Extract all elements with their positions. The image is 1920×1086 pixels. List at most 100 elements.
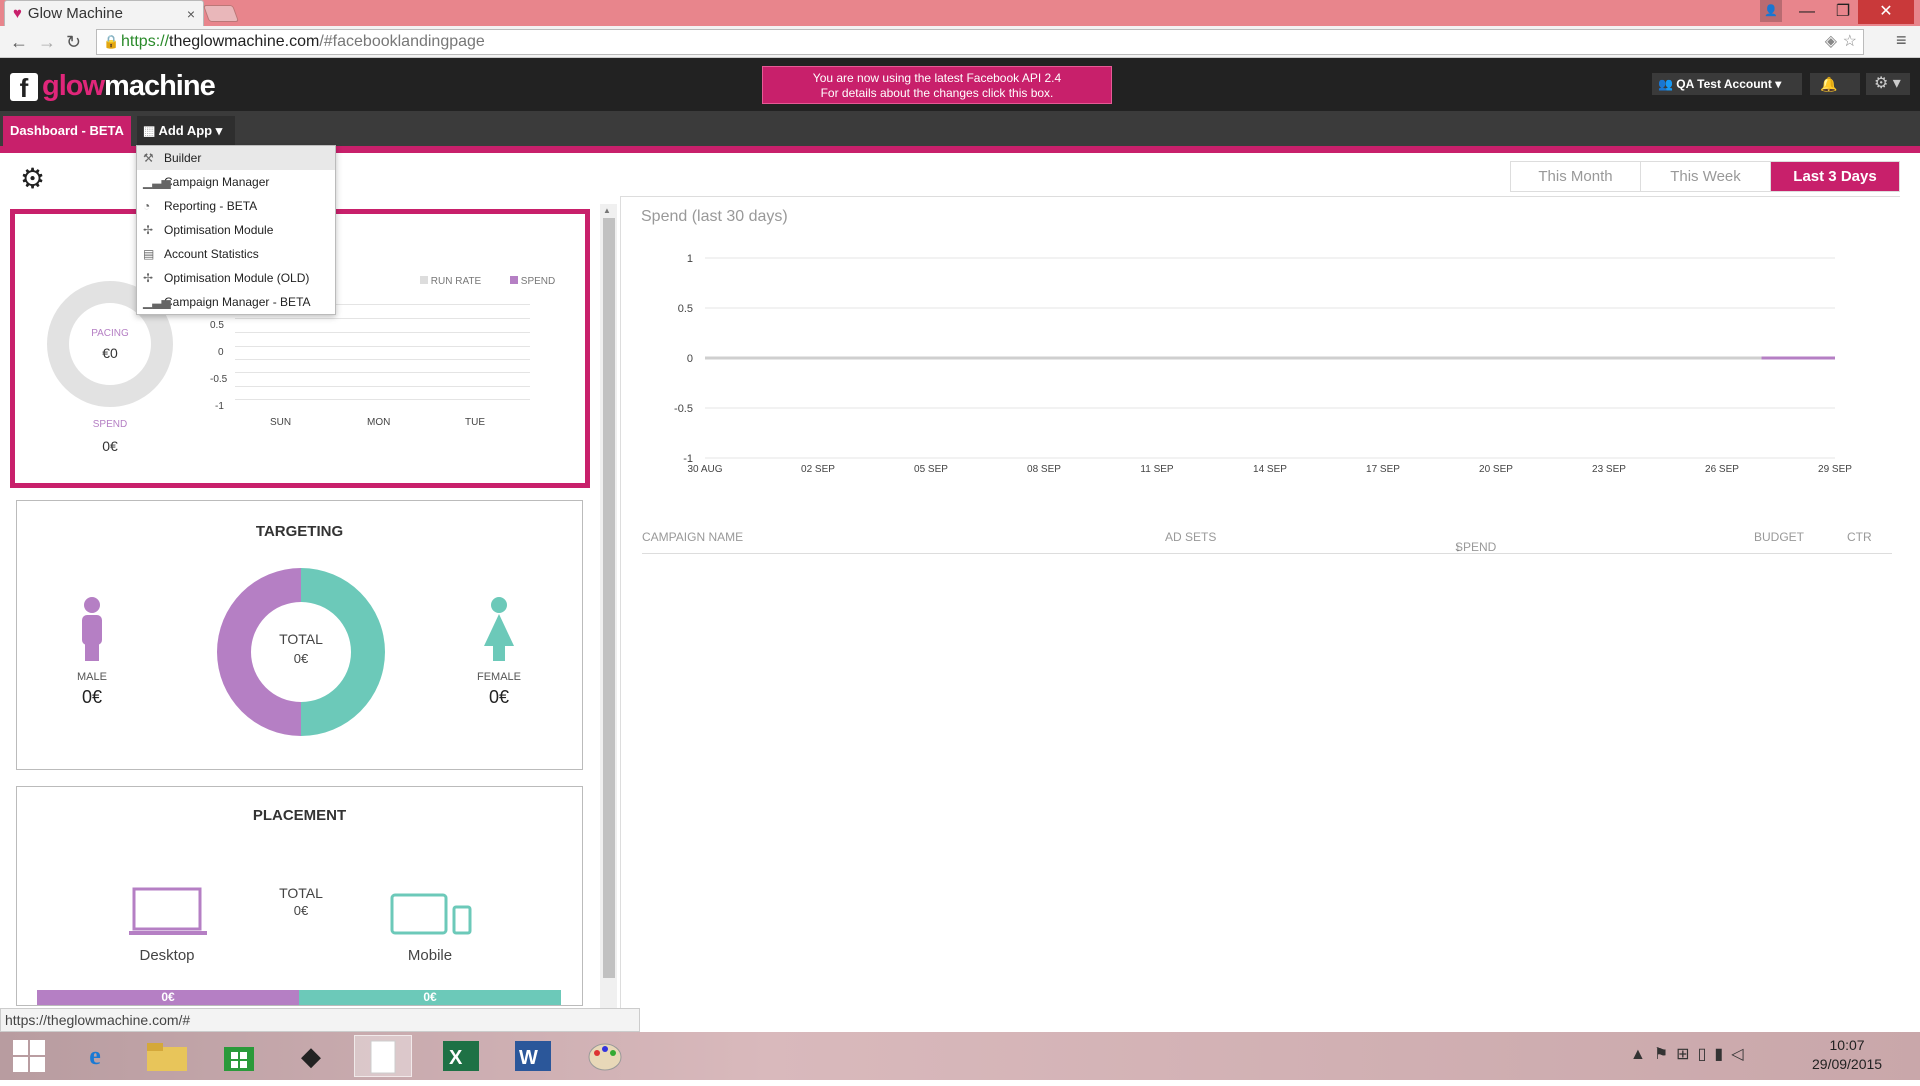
paint-icon[interactable]: [576, 1035, 634, 1077]
url-path: /#facebooklandingpage: [319, 33, 485, 50]
tab-close-icon[interactable]: ×: [187, 6, 195, 22]
chart-title: Spend (last 30 days): [641, 208, 788, 225]
svg-text:W: W: [519, 1047, 538, 1069]
col-spend-label: SPEND: [1455, 540, 1497, 554]
excel-icon[interactable]: X: [432, 1035, 490, 1077]
legend-spend: SPEND: [510, 276, 555, 287]
menu-label: Account Statistics: [164, 247, 259, 261]
account-name: QA Test Account: [1676, 77, 1772, 91]
male-label: MALE: [77, 671, 107, 683]
word-icon[interactable]: W: [504, 1035, 562, 1077]
male-icon: [82, 597, 102, 661]
logo[interactable]: f glowmachine: [10, 70, 216, 103]
gridline: [235, 359, 530, 360]
pacing-ytick: 0: [218, 347, 224, 358]
back-icon[interactable]: ←: [10, 32, 28, 53]
menu-item-campaign-manager[interactable]: ▁▃▅ Campaign Manager: [137, 170, 335, 194]
account-dropdown[interactable]: 👥 QA Test Account ▾: [1652, 73, 1802, 95]
add-app-button[interactable]: ▦ Add App ▾: [137, 116, 235, 146]
reload-icon[interactable]: ↻: [66, 32, 81, 53]
app-header: f glowmachine You are now using the late…: [0, 58, 1920, 111]
chevron-down-icon: ▾: [1775, 77, 1782, 91]
notifications-bell-icon[interactable]: 🔔: [1810, 73, 1860, 95]
document-icon[interactable]: [354, 1035, 412, 1077]
period-last-3-days[interactable]: Last 3 Days: [1771, 162, 1899, 191]
restore-icon[interactable]: ❐: [1824, 0, 1862, 24]
svg-text:X: X: [449, 1047, 463, 1069]
female-value: 0€: [488, 687, 510, 707]
new-tab-button[interactable]: [202, 5, 240, 22]
url-input[interactable]: 🔒 https://theglowmachine.com/#facebookla…: [96, 29, 1864, 55]
placement-title: PLACEMENT: [252, 807, 347, 824]
legend-run-label: RUN RATE: [430, 276, 482, 287]
mobile-label: Mobile: [407, 947, 453, 964]
optimise-icon: ✢: [143, 223, 154, 237]
address-toolbar: ← → ↻ 🔒 https://theglowmachine.com/#face…: [0, 26, 1920, 58]
forward-icon[interactable]: →: [38, 32, 56, 53]
chart-xtick: 23 SEP: [1592, 464, 1626, 475]
menu-label: Reporting - BETA: [164, 199, 258, 213]
spend-value: 0€: [102, 438, 118, 454]
menu-item-reporting[interactable]: ◔ Reporting - BETA: [137, 194, 335, 218]
window-close-icon[interactable]: ✕: [1858, 0, 1914, 24]
menu-label: Optimisation Module: [164, 223, 274, 237]
col-budget[interactable]: BUDGET: [1754, 530, 1804, 544]
system-tray-icons[interactable]: ▲⚑⊞▯▮◁: [1630, 1044, 1752, 1064]
menu-label: Campaign Manager - BETA: [164, 295, 311, 309]
add-app-menu: ⚒ Builder ▁▃▅ Campaign Manager ◔ Reporting …: [136, 145, 336, 315]
bookmark-star-icon[interactable]: ☆: [1843, 30, 1857, 54]
pacing-value: €0: [102, 345, 118, 361]
menu-item-account-statistics[interactable]: ▤ Account Statistics: [137, 242, 335, 266]
tab-dashboard[interactable]: Dashboard - BETA: [3, 116, 131, 146]
targeting-panel: TARGETING MALE 0€ FEMALE 0€ TOTAL 0€: [16, 500, 583, 770]
wrench-icon: ⚒: [143, 151, 154, 165]
scroll-up-icon[interactable]: ▲: [603, 206, 611, 215]
menu-item-optimisation-old[interactable]: ✢ Optimisation Module (OLD): [137, 266, 335, 290]
chart-xtick: 17 SEP: [1366, 464, 1400, 475]
start-icon[interactable]: [0, 1035, 58, 1077]
shield-icon[interactable]: ◈: [1825, 30, 1837, 54]
internet-explorer-icon[interactable]: e: [66, 1035, 124, 1077]
menu-label: Optimisation Module (OLD): [164, 271, 310, 285]
browser-menu-icon[interactable]: ≡: [1896, 30, 1907, 51]
targeting-total-label: TOTAL: [279, 631, 323, 647]
mobile-icon: [390, 893, 472, 935]
scrollbar-thumb[interactable]: [603, 218, 615, 978]
file-explorer-icon[interactable]: [138, 1035, 196, 1077]
menu-item-optimisation[interactable]: ✢ Optimisation Module: [137, 218, 335, 242]
female-icon: [484, 597, 514, 661]
menu-item-campaign-manager-beta[interactable]: ▁▃▅ Campaign Manager - BETA: [137, 290, 335, 314]
col-campaign-name[interactable]: CAMPAIGN NAME: [642, 530, 743, 544]
browser-tab[interactable]: ♥ Glow Machine ×: [4, 0, 204, 26]
gridline: [235, 332, 530, 333]
api-notice-banner[interactable]: You are now using the latest Facebook AP…: [762, 66, 1112, 104]
desktop-icon: [129, 887, 207, 935]
period-this-month[interactable]: This Month: [1511, 162, 1641, 191]
notice-line2: For details about the changes click this…: [820, 86, 1054, 100]
taskbar-clock[interactable]: 10:07 29/09/2015: [1812, 1036, 1882, 1074]
pacing-xtick: TUE: [465, 417, 485, 428]
store-icon[interactable]: [210, 1035, 268, 1077]
dashboard-settings-gear-icon[interactable]: ⚙: [20, 162, 45, 195]
minimize-icon[interactable]: —: [1788, 0, 1826, 24]
clock-time: 10:07: [1829, 1037, 1865, 1053]
browser-user-icon[interactable]: 👤: [1760, 0, 1782, 22]
spend-label: SPEND: [92, 419, 128, 430]
browser-status-bar: https://theglowmachine.com/#: [0, 1008, 640, 1032]
menu-item-builder[interactable]: ⚒ Builder: [137, 146, 335, 170]
app-icon[interactable]: ◆: [282, 1035, 340, 1077]
settings-gear-icon[interactable]: ⚙ ▾: [1866, 73, 1910, 95]
bar-chart-icon: ▁▃▅: [143, 295, 171, 309]
placement-total-label: TOTAL: [279, 885, 323, 901]
col-ctr[interactable]: CTR: [1847, 530, 1872, 544]
table-icon: ▤: [143, 247, 155, 261]
logo-machine: machine: [104, 70, 216, 102]
gridline: [235, 399, 530, 400]
legend-run-rate: RUN RATE: [420, 276, 481, 287]
desktop-label: Desktop: [139, 947, 195, 964]
pacing-ytick: -0.5: [210, 374, 228, 385]
period-this-week[interactable]: This Week: [1641, 162, 1771, 191]
chart-xtick: 05 SEP: [914, 464, 948, 475]
col-ad-sets[interactable]: AD SETS: [1165, 530, 1216, 544]
chevron-down-icon: ▾: [215, 123, 223, 138]
